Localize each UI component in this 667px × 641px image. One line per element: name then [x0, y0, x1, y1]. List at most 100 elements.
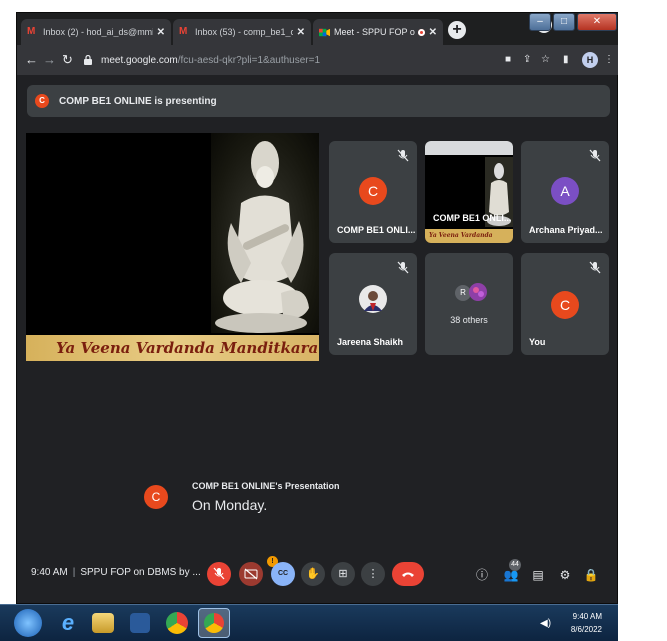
meeting-time: 9:40 AM: [31, 567, 68, 578]
more-options-button[interactable]: ⋮: [361, 562, 385, 586]
chat-icon[interactable]: ▤: [530, 567, 546, 583]
presenting-banner: C COMP BE1 ONLINE is presenting: [27, 85, 610, 117]
more-vert-icon: ⋮: [367, 568, 379, 580]
profile-avatar[interactable]: H: [582, 52, 598, 68]
clock-time: 9:40 AM: [572, 612, 602, 621]
camera-indicator-icon[interactable]: ■: [505, 54, 511, 66]
others-photo: [469, 283, 487, 301]
tab-title: Inbox (2) - hod_ai_ds@mmit.edu: [43, 27, 153, 37]
caption-avatar: C: [144, 485, 168, 509]
internet-explorer-icon[interactable]: e: [54, 609, 82, 637]
mic-off-icon: [213, 567, 225, 580]
participant-tile-screen-share[interactable]: Ya Veena Vardanda Manditkara COMP BE1 ON…: [425, 141, 513, 243]
meeting-title: SPPU FOP on DBMS by ...: [80, 567, 201, 578]
more-menu-icon[interactable]: ⋮: [604, 54, 614, 66]
close-tab-icon[interactable]: ✕: [157, 27, 165, 38]
participant-name: Jareena Shaikh: [337, 337, 404, 347]
system-clock[interactable]: 9:40 AM 8/6/2022: [571, 610, 602, 636]
separator: |: [72, 567, 76, 578]
mic-toggle-button[interactable]: [207, 562, 231, 586]
share-icon[interactable]: ⇪: [523, 54, 531, 66]
gmail-icon: M: [179, 26, 188, 37]
tab-meet[interactable]: Meet - SPPU FOP on DBMS ✕: [313, 19, 443, 45]
camera-toggle-button[interactable]: [239, 562, 263, 586]
forward-icon[interactable]: →: [43, 52, 56, 68]
close-window-icon[interactable]: ✕: [577, 13, 617, 31]
meeting-controls-bar: 9:40 AM | SPPU FOP on DBMS by ... ! CC ✋ ⊞…: [17, 553, 619, 593]
close-tab-icon[interactable]: ✕: [429, 27, 437, 38]
caption-text: On Monday.: [192, 497, 268, 513]
tab-inbox-hod[interactable]: M Inbox (2) - hod_ai_ds@mmit.edu ✕: [21, 19, 171, 45]
lock-icon: [84, 55, 92, 65]
windows-taskbar: e ◀) 9:40 AM 8/6/2022: [0, 604, 618, 641]
stage-banner: Ya Veena Vardanda Manditkara: [26, 335, 319, 361]
presenting-text: COMP BE1 ONLINE is presenting: [59, 95, 217, 107]
presenter-avatar: C: [35, 94, 49, 108]
participant-avatar: C: [359, 177, 387, 205]
mic-off-icon: [397, 261, 409, 274]
side-panel-icon[interactable]: ▮: [563, 54, 569, 66]
raise-hand-button[interactable]: ✋: [301, 562, 325, 586]
gmail-icon: M: [27, 26, 36, 37]
close-tab-icon[interactable]: ✕: [297, 27, 305, 38]
participant-tile-archana[interactable]: A Archana Priyad...: [521, 141, 609, 243]
participant-name: You: [529, 337, 546, 347]
minimize-icon[interactable]: –: [529, 13, 551, 31]
participant-name: COMP BE1 ONLI...: [433, 213, 512, 223]
caption-speaker: COMP BE1 ONLINE's Presentation: [192, 481, 340, 491]
new-tab-button[interactable]: +: [448, 21, 466, 39]
people-icon[interactable]: 👥: [503, 567, 519, 583]
address-bar: ← → ↻ meet.google.com/fcu-aesd-qkr?pli=1…: [17, 45, 619, 75]
tab-inbox-comp[interactable]: M Inbox (53) - comp_be1_online@g ✕: [173, 19, 311, 45]
meeting-info: 9:40 AM | SPPU FOP on DBMS by ...: [31, 567, 201, 578]
url-host: meet.google.com: [101, 54, 178, 66]
participant-tile-you[interactable]: C You: [521, 253, 609, 355]
participant-tile-jareena[interactable]: Jareena Shaikh: [329, 253, 417, 355]
chrome-icon: [204, 613, 224, 633]
url-path: /fcu-aesd-qkr?pli=1&authuser=1: [177, 54, 321, 66]
bookmark-star-icon[interactable]: ☆: [541, 54, 550, 66]
live-caption: C COMP BE1 ONLINE's Presentation On Mond…: [144, 481, 444, 526]
statue-illustration: [215, 141, 309, 333]
maximize-icon[interactable]: □: [553, 13, 575, 31]
others-count: 38 others: [450, 315, 488, 325]
hang-up-icon: [402, 572, 414, 577]
present-button[interactable]: ⊞: [331, 562, 355, 586]
participant-photo: [359, 285, 387, 313]
background-margin: [618, 0, 667, 641]
volume-icon[interactable]: ◀): [540, 618, 551, 629]
tab-title: Inbox (53) - comp_be1_online@g: [195, 27, 293, 37]
window-controls: – □ ✕: [527, 13, 617, 33]
camera-off-icon: [244, 568, 258, 580]
mic-off-icon: [589, 149, 601, 162]
captions-button[interactable]: CC: [271, 562, 295, 586]
media-player-icon[interactable]: [130, 613, 150, 633]
mic-off-icon: [397, 149, 409, 162]
participant-avatar: C: [551, 291, 579, 319]
back-icon[interactable]: ←: [25, 52, 38, 68]
participant-name: Archana Priyad...: [529, 225, 603, 235]
mini-banner: Ya Veena Vardanda Manditkara: [425, 229, 513, 243]
info-icon[interactable]: ⓘ: [474, 567, 490, 583]
chrome-active-task[interactable]: [198, 608, 230, 638]
host-controls-icon[interactable]: 🔒: [583, 567, 599, 583]
participant-tile-others[interactable]: R 38 others: [425, 253, 513, 355]
start-button-icon[interactable]: [14, 609, 42, 637]
recording-icon: [417, 28, 425, 36]
browser-window: M Inbox (2) - hod_ai_ds@mmit.edu ✕ M Inb…: [16, 12, 619, 604]
participant-tile-comp[interactable]: C COMP BE1 ONLI...: [329, 141, 417, 243]
reload-icon[interactable]: ↻: [62, 52, 73, 68]
tab-bar: M Inbox (2) - hod_ai_ds@mmit.edu ✕ M Inb…: [17, 13, 619, 45]
presentation-stage[interactable]: Ya Veena Vardanda Manditkara: [26, 133, 319, 361]
tab-title: Meet - SPPU FOP on DBMS: [334, 27, 415, 37]
leave-call-button[interactable]: [392, 562, 424, 586]
mini-screen-header: [425, 141, 513, 155]
hand-icon: ✋: [306, 568, 320, 580]
url-field[interactable]: meet.google.com/fcu-aesd-qkr?pli=1&authu…: [83, 49, 483, 71]
screen: M Inbox (2) - hod_ai_ds@mmit.edu ✕ M Inb…: [0, 0, 667, 641]
file-explorer-icon[interactable]: [92, 613, 114, 633]
chrome-icon[interactable]: [166, 612, 188, 634]
participant-avatar: A: [551, 177, 579, 205]
present-icon: ⊞: [338, 568, 348, 580]
activities-icon[interactable]: ⚙: [557, 567, 573, 583]
